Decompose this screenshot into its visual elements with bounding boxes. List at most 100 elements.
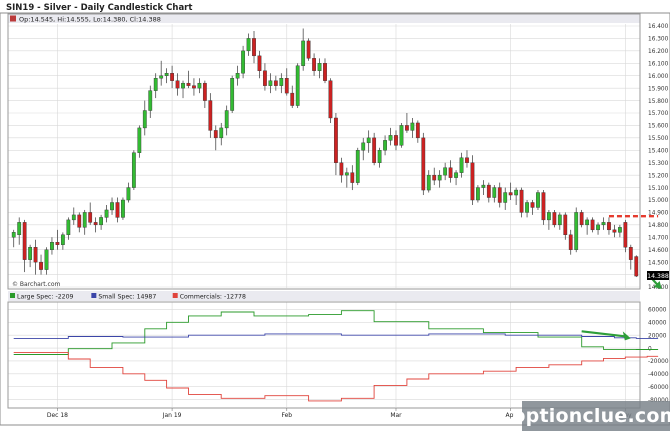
candle-body [476, 187, 480, 201]
candle-body [388, 135, 393, 141]
candle-body [601, 222, 606, 226]
legend-swatch [91, 293, 97, 298]
candle-body [148, 90, 153, 111]
cot-legend: Large Spec: -2209 Small Spec: 14987 Commer… [10, 293, 246, 300]
candle-body [22, 222, 27, 260]
price-tick-label: 14.800 [648, 223, 669, 229]
candle-body [55, 242, 60, 245]
date-tick-label: Jan 19 [162, 412, 182, 419]
date-tick-label: Mar [390, 412, 402, 419]
candle-body [279, 77, 284, 86]
price-tick-label: 15.500 [648, 136, 669, 142]
candle-body [497, 187, 502, 203]
candle-body [60, 234, 65, 245]
candle-body [634, 256, 639, 277]
candle-body [284, 77, 289, 94]
candle-body [443, 167, 448, 176]
candle-body [361, 142, 366, 151]
cot-tick-label: -20000 [648, 359, 669, 365]
price-tick-label: 16.300 [648, 37, 669, 43]
ohlc-values: Op:14.545, Hi:14.555, Lo:14.380, Cl:14.3… [19, 16, 161, 24]
candle-body [104, 209, 109, 218]
cot-lines [13, 310, 659, 402]
price-tick-label: 16.000 [648, 74, 669, 80]
candle-body [257, 55, 262, 71]
candle-body [350, 172, 355, 183]
legend-label: Small Spec: 14987 [98, 293, 156, 300]
price-tick-label: 16.400 [648, 24, 669, 30]
cot-annotations [581, 330, 631, 341]
candle-body [66, 219, 71, 235]
price-tick-label: 14.500 [648, 260, 669, 266]
candle-body [437, 174, 442, 181]
candle-body [164, 73, 169, 76]
candle-body [88, 212, 93, 223]
price-tick-label: 15.300 [648, 161, 669, 167]
candle-body [268, 80, 273, 86]
candle-body [235, 73, 240, 79]
candle-body [186, 82, 191, 86]
candle-body [465, 157, 469, 163]
candle-body [514, 189, 519, 196]
small-spec-line [13, 333, 659, 339]
candle-body [470, 162, 475, 201]
candle-body [579, 212, 584, 226]
price-pane-border [7, 13, 641, 290]
candle-body [492, 187, 497, 198]
candle-body [383, 140, 387, 151]
candle-body [153, 77, 158, 91]
candle-body [421, 137, 426, 191]
candle-body [503, 192, 508, 203]
candle-body [334, 117, 338, 163]
candle-body [426, 174, 431, 191]
candle-body [459, 157, 464, 173]
candles [11, 28, 639, 278]
cot-pane-border [7, 301, 641, 409]
candle-body [312, 58, 316, 71]
candle-body [328, 80, 333, 119]
candle-body [481, 184, 486, 188]
price-tick-label: 14.700 [648, 235, 669, 241]
commercials-line [13, 352, 659, 402]
candle-body [486, 184, 491, 198]
candle-body [623, 222, 628, 248]
candle-body [11, 232, 16, 238]
candle-body [596, 224, 600, 231]
candle-body [110, 202, 114, 211]
last-price-badge-text: 14.388 [647, 273, 669, 280]
candle-body [208, 100, 213, 131]
candle-body [295, 65, 300, 106]
candle-body [115, 202, 120, 218]
candle-body [585, 219, 590, 226]
candle-body [71, 214, 76, 221]
ohlc-marker-icon [10, 15, 16, 22]
price-tick-label: 15.200 [648, 173, 669, 179]
legend-label: Commercials: -12778 [180, 293, 246, 300]
date-tick-label: Feb [281, 412, 292, 419]
cot-tick-label: 60000 [648, 308, 667, 314]
price-tick-label: 15.000 [648, 198, 669, 204]
candle-body [617, 227, 622, 233]
candle-body [530, 202, 535, 208]
candle-body [44, 249, 49, 270]
candle-body [28, 247, 33, 260]
price-axis: 16.400 16.300 16.200 16.100 16.000 15.900 15.8… [648, 24, 669, 291]
candle-body [230, 77, 235, 111]
candle-body [547, 212, 551, 221]
price-tick-label: 15.900 [648, 86, 669, 92]
candle-body [99, 217, 103, 226]
candle-body [273, 80, 278, 86]
candle-body [192, 85, 196, 89]
candle-body [607, 222, 611, 231]
candle-body [197, 82, 202, 89]
candle-body [557, 214, 562, 226]
cot-axis: 6000040000200000-20000-40000-60000-80000 [648, 308, 669, 404]
watermark: optionclue.com [512, 401, 670, 431]
cot-arrow-icon [581, 330, 626, 338]
candle-body [131, 152, 136, 188]
candle-body [33, 247, 38, 263]
candle-body [159, 75, 164, 79]
price-tick-label: 15.600 [648, 124, 669, 130]
candle-body [317, 63, 322, 71]
candle-body [213, 130, 218, 139]
